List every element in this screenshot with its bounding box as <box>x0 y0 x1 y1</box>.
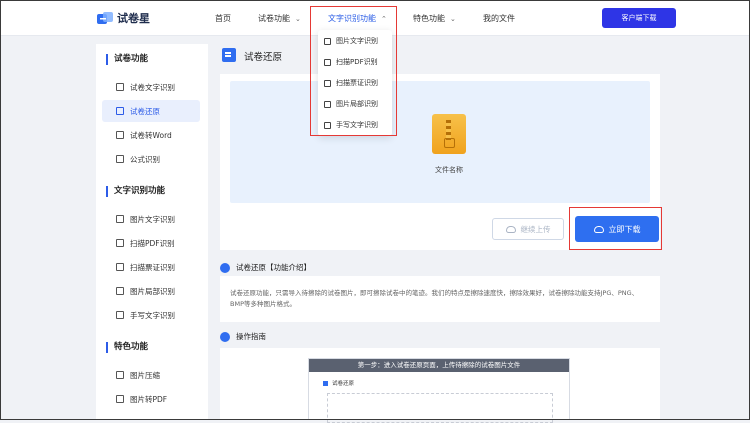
nav-home[interactable]: 首页 <box>215 13 231 24</box>
sidebar-item-exam-ocr[interactable]: 试卷文字识别 <box>102 76 200 98</box>
sidebar-item-handwriting-ocr[interactable]: 手写文字识别 <box>102 304 200 326</box>
sidebar-item-label: 试卷文字识别 <box>130 82 175 92</box>
sidebar-item-label: 图片文字识别 <box>130 214 175 224</box>
continue-upload-label: 继续上传 <box>520 224 551 234</box>
nav-my-files[interactable]: 我的文件 <box>483 13 515 24</box>
logo-icon <box>97 11 113 25</box>
chevron-down-icon: ⌄ <box>450 15 456 23</box>
scan-pdf-icon <box>116 239 124 247</box>
word-icon <box>116 131 124 139</box>
sidebar-item-exam-restore[interactable]: 试卷还原 <box>102 100 200 122</box>
sidebar-item-partial-ocr[interactable]: 图片局部识别 <box>102 280 200 302</box>
guide-step-title: 第一步：进入试卷还原页面，上传待擦除的试卷图片文件 <box>309 359 569 372</box>
sidebar-item-image-to-pdf[interactable]: 图片转PDF <box>102 388 200 410</box>
restore-icon <box>116 107 124 115</box>
guide-sub-text: 试卷还原 <box>332 381 355 387</box>
sidebar-item-image-ocr[interactable]: 图片文字识别 <box>102 208 200 230</box>
guide-heading: 操作指南 <box>220 331 266 342</box>
highlight-box-download <box>569 207 662 250</box>
nav-special-functions-label: 特色功能 <box>413 14 445 23</box>
guide-dropzone <box>327 393 553 423</box>
small-doc-icon <box>323 380 328 386</box>
sidebar-item-pdf-ocr[interactable]: 扫描PDF识别 <box>102 232 200 254</box>
sidebar-item-label: 图片转PDF <box>130 394 168 404</box>
guide-heading-text: 操作指南 <box>236 332 266 341</box>
nav-special-functions[interactable]: 特色功能 ⌄ <box>413 13 456 24</box>
image-text-icon <box>116 215 124 223</box>
zip-file-icon <box>432 114 466 154</box>
page-title: 试卷还原 <box>244 52 283 63</box>
document-icon <box>222 48 236 62</box>
sidebar-item-label: 扫描票证识别 <box>130 262 175 272</box>
cloud-upload-icon <box>505 225 516 233</box>
intro-description: 试卷还原功能，只需导入待擦除的试卷图片，即可擦除试卷中的笔迹。我们的特点是擦除速… <box>230 289 639 308</box>
sidebar-item-label: 试卷转Word <box>130 130 172 140</box>
crop-icon <box>116 287 124 295</box>
intro-heading: 试卷还原【功能介绍】 <box>220 262 311 273</box>
sidebar-section-title: 试卷功能 <box>106 54 148 65</box>
continue-upload-button[interactable]: 继续上传 <box>492 218 564 240</box>
sidebar-item-label: 扫描PDF识别 <box>130 238 175 248</box>
sidebar: 试卷功能 试卷文字识别 试卷还原 试卷转Word 公式识别 文字识别功能 图片文… <box>96 44 208 420</box>
sidebar-item-label: 手写文字识别 <box>130 310 175 320</box>
nav-exam-functions[interactable]: 试卷功能 ⌄ <box>258 13 301 24</box>
sidebar-item-label: 试卷还原 <box>130 106 160 116</box>
sidebar-section-title: 特色功能 <box>106 342 148 353</box>
main-content: 试卷还原 文件名称 继续上传 立即下载 试卷还原【功能介绍】 试卷还原功能，只需… <box>220 44 662 423</box>
sidebar-section-title: 文字识别功能 <box>106 186 165 197</box>
nav-exam-functions-label: 试卷功能 <box>258 14 290 23</box>
sidebar-item-image-compress[interactable]: 图片压缩 <box>102 364 200 386</box>
sidebar-item-label: 图片局部识别 <box>130 286 175 296</box>
guide-icon <box>220 331 230 342</box>
sidebar-item-formula-ocr[interactable]: 公式识别 <box>102 148 200 170</box>
brand-name: 试卷星 <box>117 12 150 25</box>
sidebar-item-ticket-ocr[interactable]: 扫描票证识别 <box>102 256 200 278</box>
file-name-label: 文件名称 <box>435 166 463 174</box>
chevron-down-icon: ⌄ <box>295 15 301 23</box>
client-download-button[interactable]: 客户端下载 <box>602 8 676 28</box>
guide-sub-label: 试卷还原 <box>323 379 354 387</box>
highlight-box-nav <box>310 6 397 136</box>
formula-icon <box>116 155 124 163</box>
ticket-icon <box>116 263 124 271</box>
upload-preview-area[interactable]: 文件名称 <box>230 81 650 203</box>
pdf-icon <box>116 395 124 403</box>
pen-icon <box>116 311 124 319</box>
compress-icon <box>116 371 124 379</box>
guide-screenshot: 第一步：进入试卷还原页面，上传待擦除的试卷图片文件 试卷还原 <box>308 358 570 423</box>
sidebar-item-exam-to-word[interactable]: 试卷转Word <box>102 124 200 146</box>
sidebar-item-label: 公式识别 <box>130 154 160 164</box>
intro-heading-text: 试卷还原【功能介绍】 <box>236 263 311 272</box>
info-icon <box>220 262 230 273</box>
brand-logo[interactable]: 试卷星 <box>97 10 150 26</box>
document-icon <box>116 83 124 91</box>
sidebar-item-label: 图片压缩 <box>130 370 160 380</box>
